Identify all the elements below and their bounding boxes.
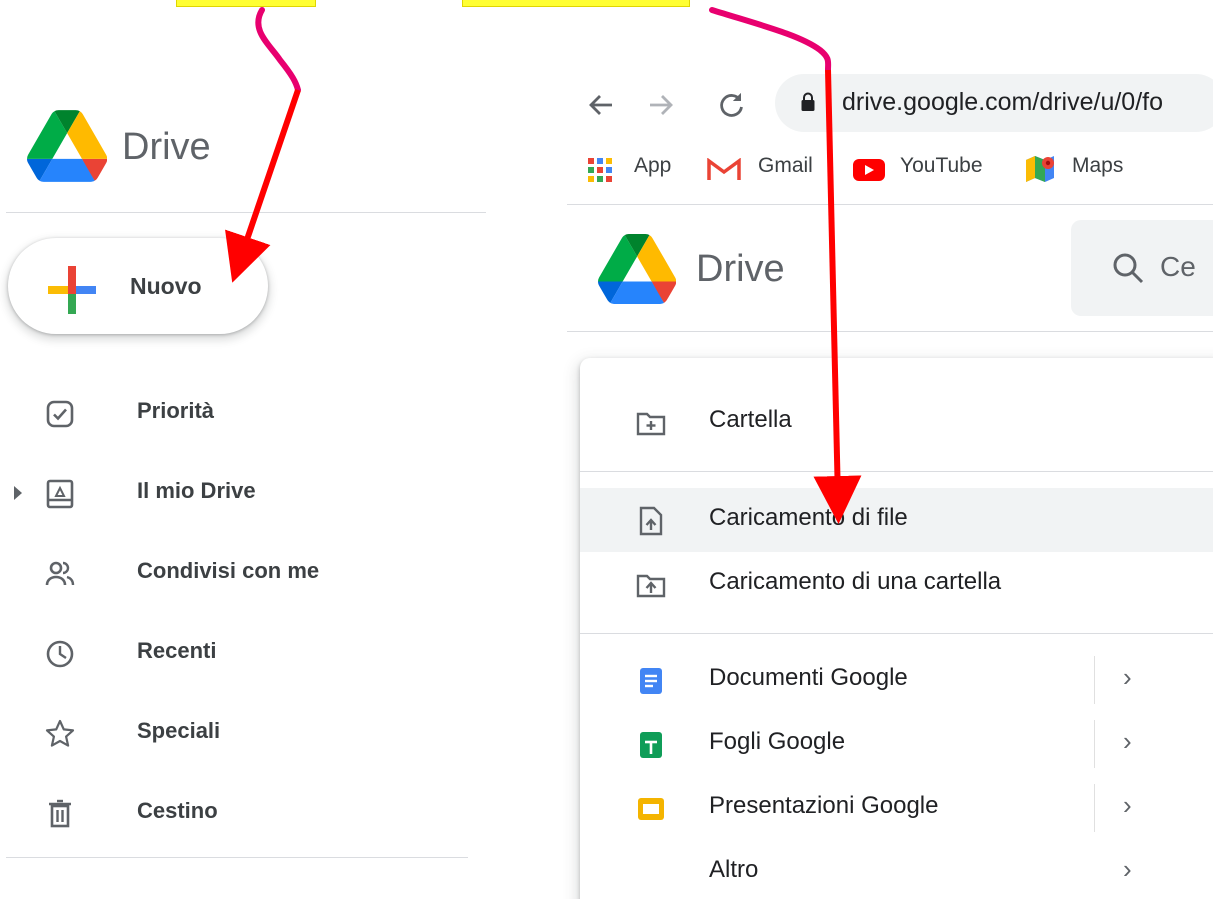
submenu-separator [1094,784,1095,832]
nav-label: Condivisi con me [137,558,320,583]
back-arrow-icon[interactable] [586,90,616,120]
menu-item-file-upload[interactable]: Caricamento di file [580,488,1213,552]
reload-icon[interactable] [716,90,746,120]
apps-grid-icon [588,158,612,182]
plus-icon [48,266,96,314]
menu-label: Altro [709,856,759,883]
drive-logo-icon [27,110,107,182]
menu-divider [580,471,1213,472]
left-bottom-divider [6,857,468,858]
chevron-right-icon[interactable]: › [1123,854,1132,885]
bookmark-maps[interactable]: Maps [1072,154,1123,178]
search-input[interactable]: Ce [1160,251,1196,283]
annotation-curve-right [709,7,832,73]
nav-item-priority[interactable]: Priorità [0,386,480,446]
new-button[interactable]: Nuovo [8,238,268,334]
google-docs-icon [640,668,662,694]
highlight-mark-right [462,0,690,7]
annotation-arrow-left [225,89,301,283]
highlight-mark-left [176,0,316,7]
left-brand-title: Drive [122,126,211,168]
search-icon[interactable] [1110,250,1146,286]
menu-label: Caricamento di file [709,504,908,531]
nav-label: Speciali [137,718,221,743]
nav-item-shared[interactable]: Condivisi con me [0,546,480,606]
menu-item-more[interactable]: Altro › [580,840,1213,899]
nav-label: Recenti [137,638,217,663]
lock-icon [801,92,815,111]
left-divider [6,212,486,213]
gmail-icon [707,158,741,180]
menu-item-folder-upload[interactable]: Caricamento di una cartella [580,552,1213,616]
new-button-label: Nuovo [130,273,202,299]
bookmark-gmail[interactable]: Gmail [758,154,813,178]
menu-label: Caricamento di una cartella [709,568,1002,595]
menu-item-google-sheets[interactable]: Fogli Google › [580,712,1213,776]
menu-item-google-docs[interactable]: Documenti Google › [580,648,1213,712]
annotation-curve-left [255,7,301,93]
folder-upload-icon [636,574,666,598]
clock-icon [46,640,74,668]
menu-label: Documenti Google [709,664,908,691]
expand-caret-icon[interactable] [14,486,22,500]
chevron-right-icon[interactable]: › [1123,790,1132,821]
menu-label: Presentazioni Google [709,792,939,819]
shared-icon [45,561,75,586]
chevron-right-icon[interactable]: › [1123,662,1132,693]
menu-item-folder[interactable]: Cartella [580,390,1213,454]
bookmarks-divider [567,204,1213,205]
file-upload-icon [639,506,663,536]
star-icon [45,719,75,747]
menu-label: Fogli Google [709,728,846,755]
menu-divider [580,633,1213,634]
nav-item-my-drive[interactable]: Il mio Drive [0,466,480,526]
google-slides-icon [638,798,664,820]
youtube-icon [853,159,885,181]
trash-icon [49,799,71,828]
google-sheets-icon [640,732,662,758]
drive-logo-icon [598,234,676,304]
submenu-separator [1094,720,1095,768]
new-folder-icon [636,412,666,436]
bookmark-youtube[interactable]: YouTube [900,154,983,178]
menu-label: Cartella [709,406,792,433]
maps-icon [1026,156,1054,182]
right-brand-title: Drive [696,248,785,290]
menu-item-google-slides[interactable]: Presentazioni Google › [580,776,1213,840]
submenu-separator [1094,656,1095,704]
nav-label: Cestino [137,798,218,823]
priority-icon [46,400,74,428]
nav-item-trash[interactable]: Cestino [0,786,480,846]
chevron-right-icon[interactable]: › [1123,726,1132,757]
header-divider [567,331,1213,332]
nav-item-starred[interactable]: Speciali [0,706,480,766]
forward-arrow-icon[interactable] [646,90,676,120]
url-text: drive.google.com/drive/u/0/fo [842,88,1164,116]
nav-item-recent[interactable]: Recenti [0,626,480,686]
nav-label: Priorità [137,398,215,423]
nav-label: Il mio Drive [137,478,256,503]
bookmark-app[interactable]: App [634,154,671,178]
my-drive-icon [46,479,74,509]
